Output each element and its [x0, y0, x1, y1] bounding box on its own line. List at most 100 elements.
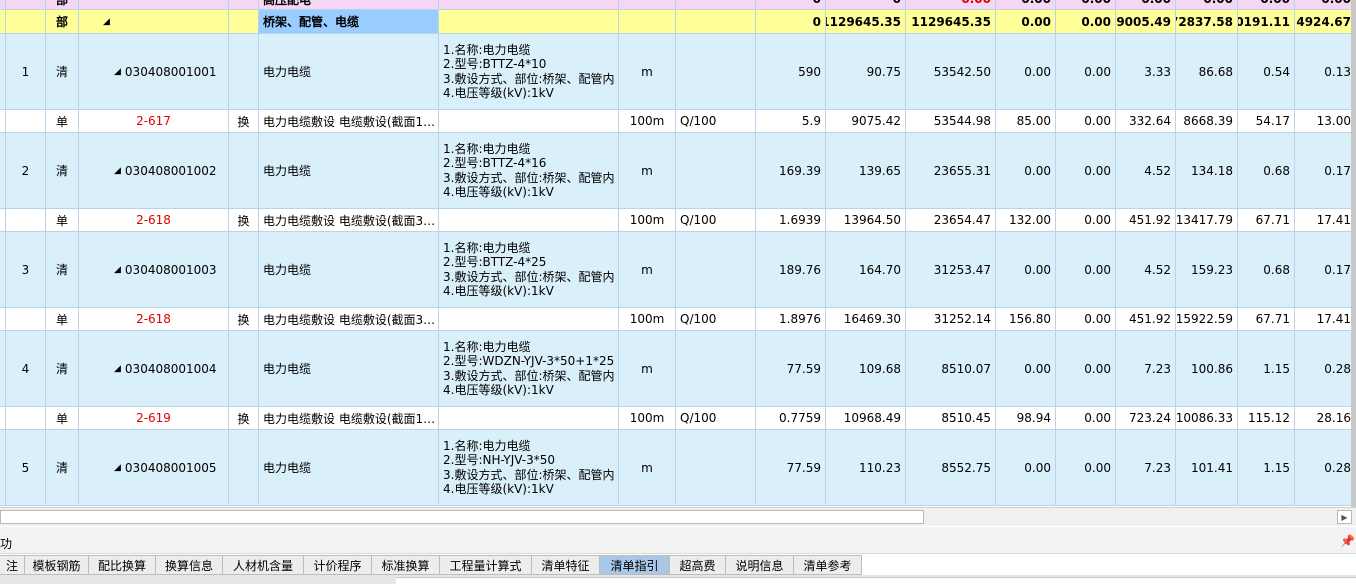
cell-code[interactable]: ◢ 030408001001: [79, 34, 229, 109]
quota-row[interactable]: 单 2-617 换 电力电缆敷设 电缆敷设(截面1… 100m Q/100 5.…: [0, 110, 1356, 133]
cell-type: 部: [46, 0, 79, 9]
cell-type: 清: [46, 331, 79, 406]
cell-name[interactable]: 电力电缆敷设 电缆敷设(截面3…: [259, 308, 439, 330]
cell-qty[interactable]: 169.39: [756, 133, 826, 208]
tab-item[interactable]: 清单特征: [532, 555, 600, 575]
tab-item[interactable]: 配比换算: [89, 555, 156, 575]
cell-col14: 451.92: [1116, 308, 1176, 330]
cell-col13: 0.00: [1056, 209, 1116, 231]
cell-huan: 换: [229, 308, 259, 330]
quota-row[interactable]: 单 2-618 换 电力电缆敷设 电缆敷设(截面3… 100m Q/100 1.…: [0, 209, 1356, 232]
cell-price: 9075.42: [826, 110, 906, 132]
cell-desc[interactable]: 1.名称:电力电缆 2.型号:WDZN-YJV-3*50+1*25 3.敷设方式…: [439, 331, 619, 406]
tab-item[interactable]: 换算信息: [156, 555, 223, 575]
cell-seq: 4: [6, 331, 46, 406]
tab-item-active[interactable]: 清单指引: [600, 555, 670, 575]
cell-code[interactable]: 2-619: [79, 407, 229, 429]
cell-price: 1129645.35: [826, 10, 906, 33]
horizontal-scrollbar[interactable]: ▶: [0, 507, 1356, 526]
cell-col14: 7.23: [1116, 331, 1176, 406]
scroll-right-icon[interactable]: ▶: [1337, 510, 1352, 524]
cell-formula[interactable]: Q/100: [676, 110, 756, 132]
tab-item[interactable]: 人材机含量: [223, 555, 304, 575]
tab-item[interactable]: 计价程序: [304, 555, 372, 575]
cell-desc[interactable]: 1.名称:电力电缆 2.型号:NH-YJV-3*50 3.敷设方式、部位:桥架、…: [439, 430, 619, 505]
bill-grid[interactable]: 部 高压配电 0 0 0.00 0.00 0.00 0.00 0.00 0.00…: [0, 0, 1356, 507]
tab-item[interactable]: 工程量计算式: [440, 555, 532, 575]
cell-qty[interactable]: 5.9: [756, 110, 826, 132]
section-row[interactable]: 部 ◢ 桥架、配管、电缆 0 1129645.35 1129645.35 0.0…: [0, 10, 1356, 34]
cell-formula[interactable]: Q/100: [676, 407, 756, 429]
cell-unit: m: [619, 331, 676, 406]
cell-col12: 0.00: [996, 34, 1056, 109]
cell-col15: 0.00: [1176, 0, 1238, 9]
cell-desc: [439, 10, 619, 33]
bill-item-row[interactable]: 3 清 ◢ 030408001003 电力电缆 1.名称:电力电缆 2.型号:BT…: [0, 232, 1356, 308]
cell-code[interactable]: 2-618: [79, 308, 229, 330]
cell-qty[interactable]: 1.6939: [756, 209, 826, 231]
cell-name[interactable]: 电力电缆: [259, 34, 439, 109]
cell-name[interactable]: 电力电缆: [259, 232, 439, 307]
cell-qty[interactable]: 189.76: [756, 232, 826, 307]
cell-code[interactable]: 2-618: [79, 209, 229, 231]
collapse-triangle-icon[interactable]: ◢: [114, 166, 121, 176]
cell-qty[interactable]: 77.59: [756, 430, 826, 505]
cell-qty[interactable]: 1.8976: [756, 308, 826, 330]
cell-col17: 17.41: [1295, 308, 1356, 330]
cell-desc[interactable]: 1.名称:电力电缆 2.型号:BTTZ-4*16 3.敷设方式、部位:桥架、配管…: [439, 133, 619, 208]
collapse-triangle-icon[interactable]: ◢: [114, 67, 121, 77]
cell-name[interactable]: 电力电缆敷设 电缆敷设(截面3…: [259, 209, 439, 231]
quota-row[interactable]: 单 2-618 换 电力电缆敷设 电缆敷设(截面3… 100m Q/100 1.…: [0, 308, 1356, 331]
cell-qty[interactable]: 590: [756, 34, 826, 109]
cell-code[interactable]: ◢ 030408001004: [79, 331, 229, 406]
cell-formula: [676, 0, 756, 9]
cell-name[interactable]: 电力电缆: [259, 331, 439, 406]
cell-code[interactable]: ◢ 030408001005: [79, 430, 229, 505]
cell-code[interactable]: 2-617: [79, 110, 229, 132]
cell-name[interactable]: 桥架、配管、电缆: [259, 10, 439, 33]
cell-name[interactable]: 电力电缆敷设 电缆敷设(截面1…: [259, 110, 439, 132]
cell-name[interactable]: 电力电缆敷设 电缆敷设(截面1…: [259, 407, 439, 429]
cell-col15: 159.23: [1176, 232, 1238, 307]
cell-col14: 3.33: [1116, 34, 1176, 109]
cell-seq: [6, 10, 46, 33]
tab-item[interactable]: 注: [0, 555, 25, 575]
cell-price: 0: [826, 0, 906, 9]
grid-row-partial[interactable]: 部 高压配电 0 0 0.00 0.00 0.00 0.00 0.00 0.00…: [0, 0, 1356, 10]
pin-icon[interactable]: 📌: [1340, 534, 1355, 548]
bill-item-row[interactable]: 4 清 ◢ 030408001004 电力电缆 1.名称:电力电缆 2.型号:WD…: [0, 331, 1356, 407]
cell-formula[interactable]: Q/100: [676, 308, 756, 330]
cell-qty[interactable]: 0.7759: [756, 407, 826, 429]
tab-item[interactable]: 说明信息: [726, 555, 794, 575]
quota-row[interactable]: 单 2-619 换 电力电缆敷设 电缆敷设(截面1… 100m Q/100 0.…: [0, 407, 1356, 430]
cell-total: 0.00: [906, 0, 996, 9]
cell-col15: 100.86: [1176, 331, 1238, 406]
cell-type: 单: [46, 110, 79, 132]
collapse-triangle-icon[interactable]: ◢: [114, 364, 121, 374]
tab-item[interactable]: 模板钢筋: [25, 555, 89, 575]
bill-item-row[interactable]: 5 清 ◢ 030408001005 电力电缆 1.名称:电力电缆 2.型号:NH…: [0, 430, 1356, 506]
tab-item[interactable]: 标准换算: [372, 555, 440, 575]
cell-code[interactable]: ◢ 030408001002: [79, 133, 229, 208]
cell-desc[interactable]: 1.名称:电力电缆 2.型号:BTTZ-4*25 3.敷设方式、部位:桥架、配管…: [439, 232, 619, 307]
cell-name[interactable]: 电力电缆: [259, 430, 439, 505]
cell-seq: 2: [6, 133, 46, 208]
collapse-triangle-icon[interactable]: ◢: [114, 265, 121, 275]
tab-item[interactable]: 清单参考: [794, 555, 862, 575]
cell-name[interactable]: 电力电缆: [259, 133, 439, 208]
cell-formula[interactable]: Q/100: [676, 209, 756, 231]
collapse-triangle-icon[interactable]: ◢: [114, 463, 121, 473]
tab-item[interactable]: 超高费: [670, 555, 726, 575]
cell-unit: [619, 0, 676, 9]
vertical-scrollbar[interactable]: [1351, 0, 1356, 507]
bill-item-row[interactable]: 1 清 ◢ 030408001001 电力电缆 1.名称:电力电缆 2.型号:BT…: [0, 34, 1356, 110]
cell-desc[interactable]: 1.名称:电力电缆 2.型号:BTTZ-4*10 3.敷设方式、部位:桥架、配管…: [439, 34, 619, 109]
collapse-triangle-icon[interactable]: ◢: [103, 17, 110, 27]
cell-code[interactable]: ◢ 030408001003: [79, 232, 229, 307]
bill-item-row[interactable]: 2 清 ◢ 030408001002 电力电缆 1.名称:电力电缆 2.型号:BT…: [0, 133, 1356, 209]
scrollbar-thumb[interactable]: [0, 510, 924, 524]
cell-total: 23655.31: [906, 133, 996, 208]
cell-col17: 0.28: [1295, 430, 1356, 505]
cell-formula: [676, 430, 756, 505]
cell-qty[interactable]: 77.59: [756, 331, 826, 406]
